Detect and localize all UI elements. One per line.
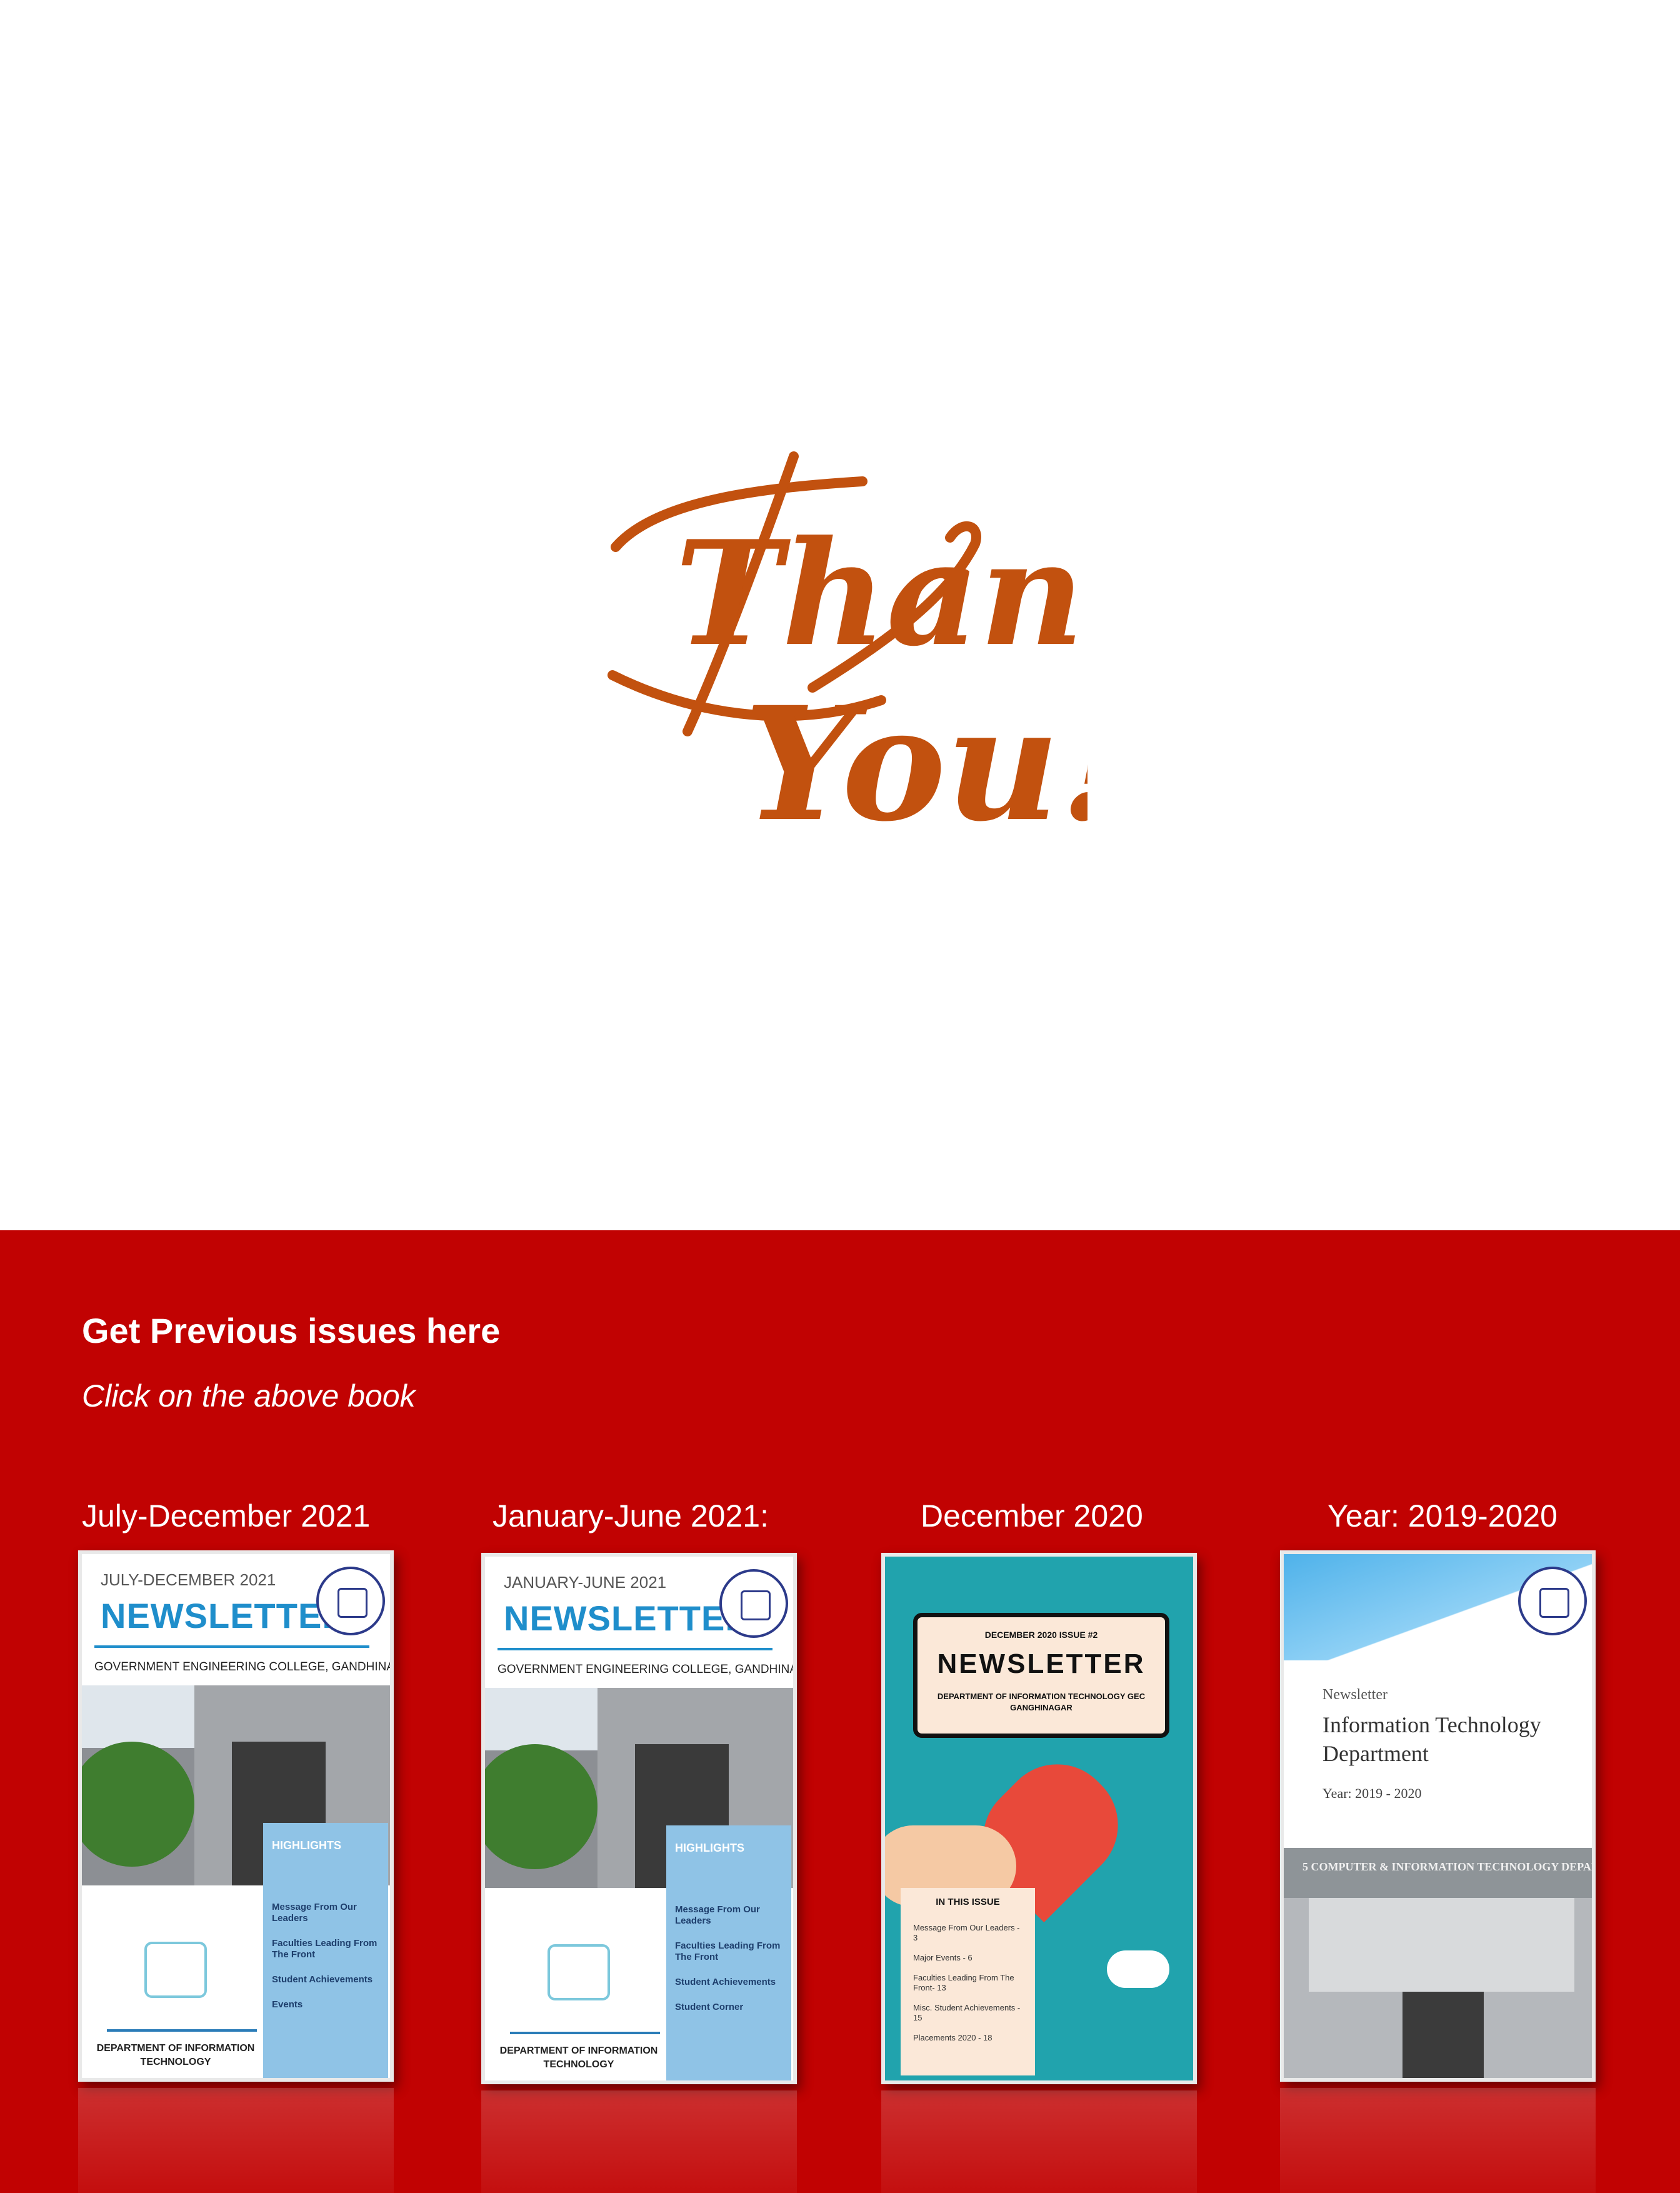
book-reflection	[481, 2090, 797, 2193]
cover-date: JANUARY-JUNE 2021	[504, 1573, 667, 1592]
cover-college: GOVERNMENT ENGINEERING COLLEGE, GANDHINA…	[94, 1660, 394, 1674]
newsletter-book-jul-dec-2021[interactable]: JULY-DECEMBER 2021 NEWSLETTER GOVERNMENT…	[78, 1550, 394, 2082]
newsletter-book-dec-2020[interactable]: DECEMBER 2020 ISSUE #2 NEWSLETTER DEPART…	[881, 1553, 1197, 2084]
cover-date: JULY-DECEMBER 2021	[101, 1570, 276, 1589]
building-banner: 5 COMPUTER & INFORMATION TECHNOLOGY DEPA…	[1302, 1860, 1596, 1873]
cover-college: GOVERNMENT ENGINEERING COLLEGE, GANDHINA…	[498, 1663, 797, 1676]
cover-rule	[94, 1645, 369, 1648]
issue-item: Major Events - 6	[913, 1953, 972, 1962]
thank-you-lettering: Thank You!	[608, 451, 1088, 856]
highlight-item: Student Achievements	[675, 1977, 776, 1987]
highlight-item: Message From Our Leaders	[272, 1902, 357, 1924]
cloud-network-icon	[144, 1942, 207, 1998]
issue-item: Message From Our Leaders - 3	[913, 1923, 1020, 1942]
thank-you-section: Thank You!	[0, 0, 1680, 1230]
cover-department: DEPARTMENT OF INFORMATION TECHNOLOGY	[96, 2043, 255, 2067]
cover-title: Information Technology Department	[1322, 1712, 1541, 1766]
cover-title: NEWSLETTER	[101, 1596, 348, 1635]
cover-department: DEPARTMENT OF INFORMATION TECHNOLOGY	[499, 2045, 658, 2070]
college-logo-icon	[316, 1567, 385, 1635]
highlight-item: Faculties Leading From The Front	[272, 1938, 378, 1960]
in-this-issue-box: IN THIS ISSUE Message From Our Leaders -…	[901, 1888, 1035, 2075]
book-reflection	[1280, 2088, 1596, 2193]
cover-title: NEWSLETTER	[504, 1598, 751, 1638]
highlights-title: HIGHLIGHTS	[272, 1839, 341, 1852]
thank-word: Thank	[675, 509, 1088, 678]
college-logo-icon	[1518, 1567, 1587, 1635]
panel-title: Get Previous issues here	[82, 1311, 501, 1350]
highlight-item: Faculties Leading From The Front	[675, 1940, 781, 1962]
in-this-issue-title: IN THIS ISSUE	[936, 1897, 1000, 1907]
highlight-item: Events	[272, 1999, 303, 2010]
building-photo: 5 COMPUTER & INFORMATION TECHNOLOGY DEPA…	[1284, 1848, 1596, 2078]
cover-newsletter-word: Newsletter	[1322, 1687, 1388, 1703]
issue-item: Misc. Student Achievements - 15	[913, 2003, 1021, 2022]
dept-rule	[510, 2032, 660, 2034]
cover-department: DEPARTMENT OF INFORMATION TECHNOLOGY GEC…	[937, 1692, 1146, 1712]
dept-rule	[107, 2029, 257, 2032]
college-logo-icon	[719, 1569, 788, 1638]
highlights-box: HIGHLIGHTS Message From Our Leaders Facu…	[263, 1823, 388, 2078]
issue-item: Faculties Leading From The Front- 13	[913, 1973, 1014, 1992]
cover-issue-line: DECEMBER 2020 ISSUE #2	[984, 1630, 1098, 1640]
cover-rule	[498, 1648, 772, 1650]
book-reflection	[78, 2088, 394, 2193]
newsletter-book-2019-2020[interactable]: Newsletter Information Technology Depart…	[1280, 1550, 1596, 2082]
highlight-item: Student Achievements	[272, 1974, 373, 1985]
highlight-item: Student Corner	[675, 2002, 744, 2012]
issue-label-jul-dec-2021: July-December 2021	[82, 1498, 371, 1533]
panel-subtitle: Click on the above book	[82, 1378, 416, 1413]
issue-item: Placements 2020 - 18	[913, 2033, 992, 2042]
issue-label-jan-jun-2021: January-June 2021:	[492, 1498, 769, 1533]
newsletter-card: DECEMBER 2020 ISSUE #2 NEWSLETTER DEPART…	[913, 1613, 1169, 1738]
highlights-box: HIGHLIGHTS Message From Our Leaders Facu…	[666, 1825, 791, 2080]
cloud-network-icon	[548, 1944, 610, 2000]
issue-label-dec-2020: December 2020	[921, 1498, 1143, 1533]
previous-issues-panel: Get Previous issues here Click on the ab…	[0, 1230, 1680, 2193]
highlight-item: Message From Our Leaders	[675, 1904, 760, 1926]
cover-title: NEWSLETTER	[937, 1649, 1146, 1679]
highlights-title: HIGHLIGHTS	[675, 1842, 744, 1854]
cloud-icon	[1107, 1950, 1169, 1988]
newsletter-book-jan-jun-2021[interactable]: JANUARY-JUNE 2021 NEWSLETTER GOVERNMENT …	[481, 1553, 797, 2084]
cover-year: Year: 2019 - 2020	[1322, 1785, 1422, 1801]
you-word: You!	[744, 672, 1088, 856]
issue-label-2019-2020: Year: 2019-2020	[1328, 1498, 1558, 1533]
book-reflection	[881, 2090, 1197, 2193]
